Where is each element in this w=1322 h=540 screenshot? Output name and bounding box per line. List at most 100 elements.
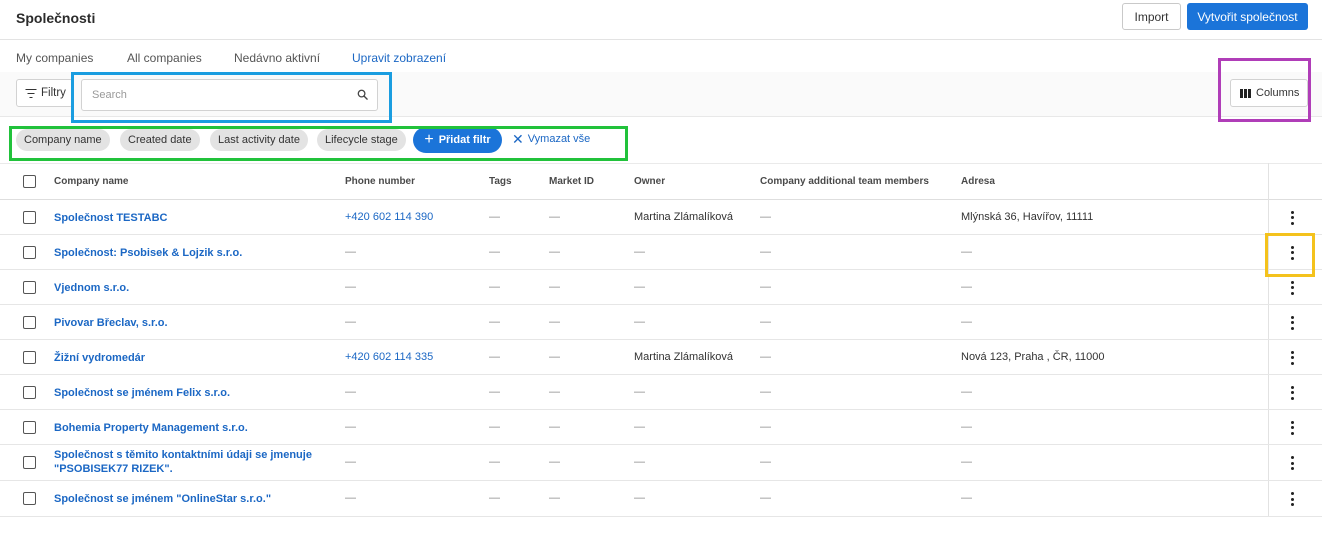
phone-cell: — [345,420,356,433]
address-cell: — [961,420,972,433]
team-members-cell: — [760,456,771,468]
company-name-link[interactable]: Pivovar Břeclav, s.r.o. [54,316,334,330]
column-header-phone-number[interactable]: Phone number [345,176,415,187]
company-name-link[interactable]: Žižní vydromedár [54,351,334,365]
phone-cell: — [345,315,356,328]
address-cell: Nová 123, Praha , ČR, 11000 [961,350,1105,363]
team-members-cell: — [760,210,771,223]
edit-view-link[interactable]: Upravit zobrazení [352,51,446,65]
market-id-cell: — [549,210,560,223]
team-members-cell: — [760,420,771,433]
team-members-cell: — [760,315,771,328]
filter-chips-highlight-box [9,126,628,161]
kebab-menu-icon[interactable] [1289,315,1295,330]
address-cell: — [961,385,972,398]
team-members-cell: — [760,245,771,258]
owner-cell: — [634,245,645,258]
owner-cell: — [634,456,645,468]
filters-label: Filtry [41,87,66,99]
tags-cell: — [489,492,500,504]
tags-cell: — [489,210,500,223]
phone-cell[interactable]: +420 602 114 335 [345,351,433,363]
create-company-button[interactable]: Vytvořit společnost [1187,3,1308,30]
company-name-link[interactable]: Společnost: Psobisek & Lojzik s.r.o. [54,246,334,260]
column-header-address[interactable]: Adresa [961,176,995,187]
table-row: Společnost se jménem "OnlineStar s.r.o."… [0,481,1322,517]
company-name-link[interactable]: Společnost s těmito kontaktními údaji se… [54,448,334,476]
company-name-link[interactable]: Vjednom s.r.o. [54,281,334,295]
address-cell: — [961,245,972,258]
address-cell: — [961,280,972,293]
owner-cell: — [634,280,645,293]
company-name-link[interactable]: Společnost se jménem "OnlineStar s.r.o." [54,492,334,506]
kebab-menu-icon[interactable] [1289,420,1295,435]
market-id-cell: — [549,280,560,293]
tags-cell: — [489,385,500,398]
column-header-company-name[interactable]: Company name [54,176,128,187]
phone-cell: — [345,492,356,504]
kebab-menu-icon[interactable] [1289,456,1295,470]
table-row: Společnost TESTABC +420 602 114 390 — — Mart… [0,200,1322,235]
tags-cell: — [489,315,500,328]
market-id-cell: — [549,245,560,258]
select-all-checkbox[interactable] [23,175,36,188]
address-cell: — [961,492,972,504]
column-header-market-id[interactable]: Market ID [549,176,594,187]
tab-recently-active[interactable]: Nedávno aktivní [234,51,320,65]
row-checkbox[interactable] [23,456,36,469]
row-action-highlight-box [1265,233,1315,277]
tags-cell: — [489,456,500,468]
kebab-menu-icon[interactable] [1289,385,1295,400]
table-row: Vjednom s.r.o. — — — — — — [0,270,1322,305]
owner-cell: Martina Zlámalíková [634,210,734,223]
kebab-menu-icon[interactable] [1289,210,1295,225]
phone-cell: — [345,245,356,258]
company-name-link[interactable]: Bohemia Property Management s.r.o. [54,421,334,435]
tab-all-companies[interactable]: All companies [127,51,202,65]
row-checkbox[interactable] [23,210,36,224]
filters-button[interactable]: Filtry [16,79,73,107]
kebab-menu-icon[interactable] [1289,492,1295,506]
tags-cell: — [489,350,500,363]
import-button[interactable]: Import [1122,3,1181,30]
tags-cell: — [489,420,500,433]
owner-cell: — [634,492,645,504]
kebab-menu-icon[interactable] [1289,350,1295,365]
row-checkbox[interactable] [23,245,36,259]
table-row: Pivovar Břeclav, s.r.o. — — — — — — [0,305,1322,340]
row-checkbox[interactable] [23,315,36,329]
columns-highlight-box [1218,58,1311,122]
team-members-cell: — [760,385,771,398]
owner-cell: Martina Zlámalíková [634,350,734,363]
table-row: Společnost se jménem Felix s.r.o. — — — — — — [0,375,1322,410]
phone-cell[interactable]: +420 602 114 390 [345,211,433,223]
team-members-cell: — [760,280,771,293]
phone-cell: — [345,385,356,398]
team-members-cell: — [760,492,771,504]
company-name-link[interactable]: Společnost se jménem Felix s.r.o. [54,386,334,400]
phone-cell: — [345,280,356,293]
kebab-menu-icon[interactable] [1289,280,1295,295]
column-header-team-members[interactable]: Company additional team members [760,176,929,187]
owner-cell: — [634,315,645,328]
column-header-tags[interactable]: Tags [489,176,512,187]
row-checkbox[interactable] [23,492,36,505]
page-header: Společnosti Import Vytvořit společnost [0,0,1322,40]
market-id-cell: — [549,350,560,363]
phone-cell: — [345,456,356,468]
market-id-cell: — [549,420,560,433]
tags-cell: — [489,245,500,258]
row-checkbox[interactable] [23,420,36,434]
column-header-owner[interactable]: Owner [634,176,665,187]
row-checkbox[interactable] [23,350,36,364]
tab-my-companies[interactable]: My companies [16,51,93,65]
view-tabs: My companies All companies Nedávno aktiv… [0,40,1322,72]
filter-icon [25,88,36,99]
company-name-link[interactable]: Společnost TESTABC [54,211,334,225]
address-cell: — [961,315,972,328]
table-row: Bohemia Property Management s.r.o. — — — — — — [0,410,1322,445]
row-checkbox[interactable] [23,385,36,399]
address-cell: Mlýnská 36, Havířov, 11111 [961,210,1094,223]
tags-cell: — [489,280,500,293]
row-checkbox[interactable] [23,280,36,294]
